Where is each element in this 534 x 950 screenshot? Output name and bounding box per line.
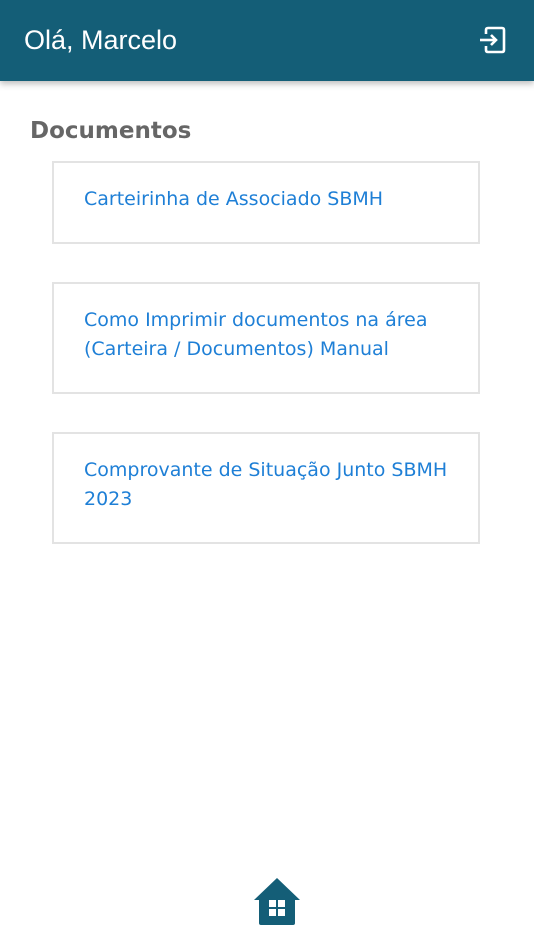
app-header: Olá, Marcelo xyxy=(0,0,534,81)
document-link[interactable]: Comprovante de Situação Junto SBMH 2023 xyxy=(84,456,458,514)
document-link[interactable]: Carteirinha de Associado SBMH xyxy=(84,185,458,214)
logout-icon xyxy=(480,26,506,54)
home-icon xyxy=(254,878,300,925)
logout-button[interactable] xyxy=(474,22,510,58)
document-card-carteirinha[interactable]: Carteirinha de Associado SBMH xyxy=(52,161,480,244)
greeting-title: Olá, Marcelo xyxy=(24,25,178,55)
section-title: Documentos xyxy=(30,118,192,144)
document-card-comprovante[interactable]: Comprovante de Situação Junto SBMH 2023 xyxy=(52,432,480,544)
home-button[interactable] xyxy=(250,874,304,928)
document-card-manual[interactable]: Como Imprimir documentos na área (Cartei… xyxy=(52,282,480,394)
document-link[interactable]: Como Imprimir documentos na área (Cartei… xyxy=(84,306,458,364)
bottom-nav xyxy=(0,860,534,950)
